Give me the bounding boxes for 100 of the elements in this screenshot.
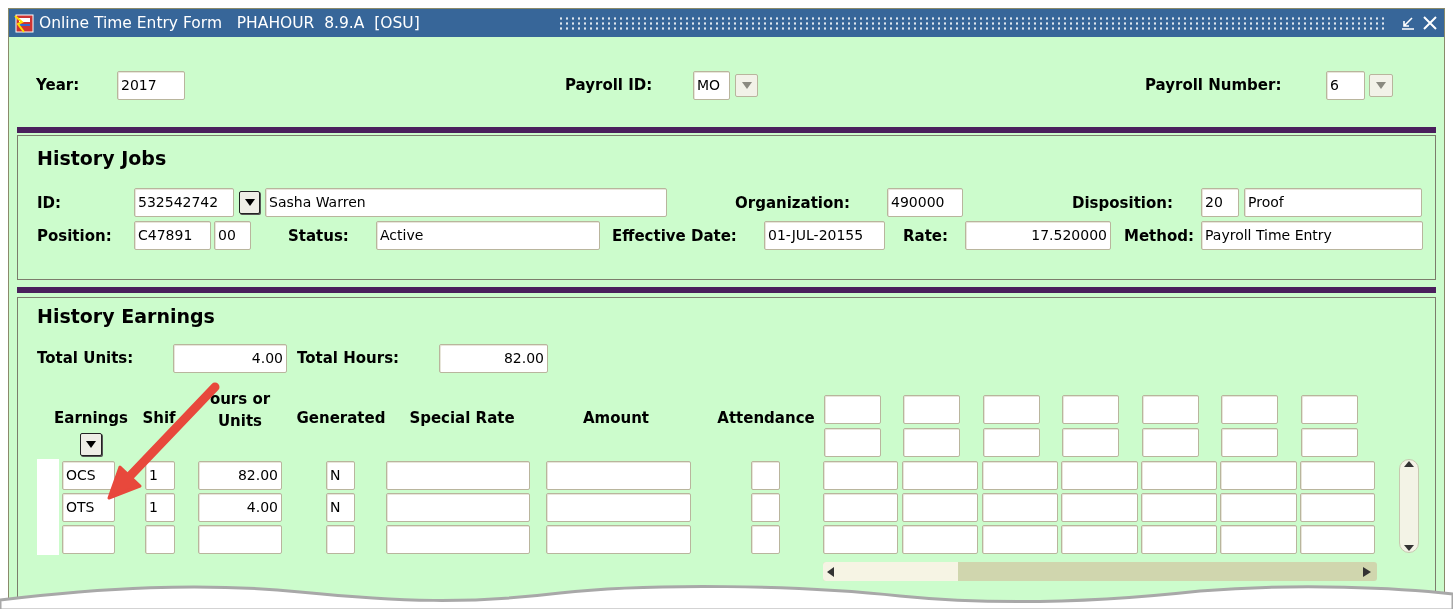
input-field[interactable] [1142,428,1199,457]
input-field[interactable] [1141,492,1217,522]
input-field[interactable] [824,395,881,424]
field-label: Payroll Number: [1145,76,1283,94]
app-icon [13,12,35,34]
scroll-left-icon[interactable] [827,566,835,577]
input-field[interactable] [546,460,691,490]
input-field[interactable] [902,524,978,554]
horizontal-scrollbar[interactable] [823,562,1377,581]
input-field[interactable] [326,524,355,554]
input-field[interactable] [62,524,115,554]
input-field[interactable]: 1 [145,492,175,522]
input-field[interactable] [1221,428,1278,457]
minimize-icon[interactable] [1400,15,1416,31]
input-field[interactable] [983,428,1040,457]
field-label: Disposition: [1072,193,1174,212]
input-field[interactable]: MO [693,70,730,100]
input-field[interactable] [982,492,1058,522]
input-field[interactable] [386,460,530,490]
input-field[interactable]: OTS [62,492,115,522]
input-field[interactable]: Proof [1244,188,1422,217]
input-field[interactable] [1301,395,1358,424]
input-field[interactable] [751,492,780,522]
input-field[interactable] [1220,492,1297,522]
scroll-down-icon[interactable] [1404,544,1414,552]
input-field[interactable]: N [326,460,355,490]
input-field[interactable] [1300,460,1375,490]
input-field[interactable]: 2017 [117,70,185,100]
input-field[interactable]: 1 [145,460,175,490]
input-field[interactable]: 00 [214,221,251,250]
input-field[interactable] [751,524,780,554]
vertical-scrollbar[interactable] [1399,459,1419,553]
input-field[interactable]: 532542742 [134,188,234,217]
input-field[interactable]: Active [376,221,600,250]
input-field[interactable] [902,492,978,522]
input-field[interactable] [823,460,898,490]
input-field[interactable] [1141,524,1217,554]
input-field[interactable]: Sasha Warren [265,188,667,217]
input-field[interactable] [751,460,780,490]
input-field[interactable] [1220,524,1297,554]
input-field[interactable]: 4.00 [198,492,282,522]
input-field[interactable]: N [326,492,355,522]
input-field[interactable] [982,460,1058,490]
input-field[interactable] [903,428,960,457]
column-header: Earnings [54,408,128,429]
input-field[interactable] [902,460,978,490]
input-field[interactable]: 490000 [887,188,963,217]
input-field[interactable]: 4.00 [173,343,287,373]
input-field[interactable] [1061,524,1138,554]
input-field[interactable] [386,492,530,522]
dropdown-button[interactable] [239,191,260,214]
input-field[interactable] [1300,492,1375,522]
input-field[interactable] [546,492,691,522]
input-field[interactable] [1061,460,1138,490]
field-label: Status: [288,226,350,245]
column-header: Special Rate [408,408,516,429]
column-header: Amount [581,408,651,429]
input-field[interactable] [386,524,530,554]
input-field[interactable] [1221,395,1278,424]
scroll-up-icon[interactable] [1404,460,1414,468]
input-field[interactable] [1061,492,1138,522]
input-field[interactable]: 20 [1201,188,1239,217]
input-field[interactable]: C47891 [134,221,211,250]
input-field[interactable] [546,524,691,554]
field-label: Payroll ID: [565,76,654,94]
field-label: Organization: [735,193,851,212]
input-field[interactable] [1062,428,1119,457]
input-field[interactable] [1142,395,1199,424]
input-field[interactable] [1141,460,1217,490]
input-field[interactable] [903,395,960,424]
section-title: History Jobs [37,147,168,169]
input-field[interactable] [198,524,282,554]
input-field[interactable]: 01-JUL-20155 [764,221,885,250]
close-icon[interactable] [1422,15,1438,31]
input-field[interactable] [982,524,1058,554]
input-field[interactable]: 82.00 [198,460,282,490]
input-field[interactable] [1300,524,1375,554]
input-field[interactable]: 17.520000 [965,221,1111,250]
input-field[interactable] [823,492,898,522]
input-field[interactable]: OCS [62,460,115,490]
input-field[interactable] [1220,460,1297,490]
input-field[interactable]: Payroll Time Entry [1201,221,1423,250]
input-field[interactable] [145,524,175,554]
input-field[interactable] [983,395,1040,424]
input-field[interactable] [824,428,881,457]
input-field[interactable] [1062,395,1119,424]
dropdown-button[interactable] [80,433,102,456]
scroll-right-icon[interactable] [1363,566,1371,577]
column-header: Generated [295,408,387,429]
column-header: ours or Units [208,389,272,432]
input-field[interactable]: 82.00 [439,343,548,373]
caret-down-icon [244,199,255,206]
input-field[interactable] [823,524,898,554]
input-field[interactable] [1301,428,1358,457]
field-label: ID: [37,193,63,212]
input-field[interactable]: 6 [1326,70,1365,100]
field-label: Year: [36,76,81,94]
field-label: Rate: [903,226,949,245]
row-indicator [37,523,59,555]
caret-down-icon [86,441,96,448]
